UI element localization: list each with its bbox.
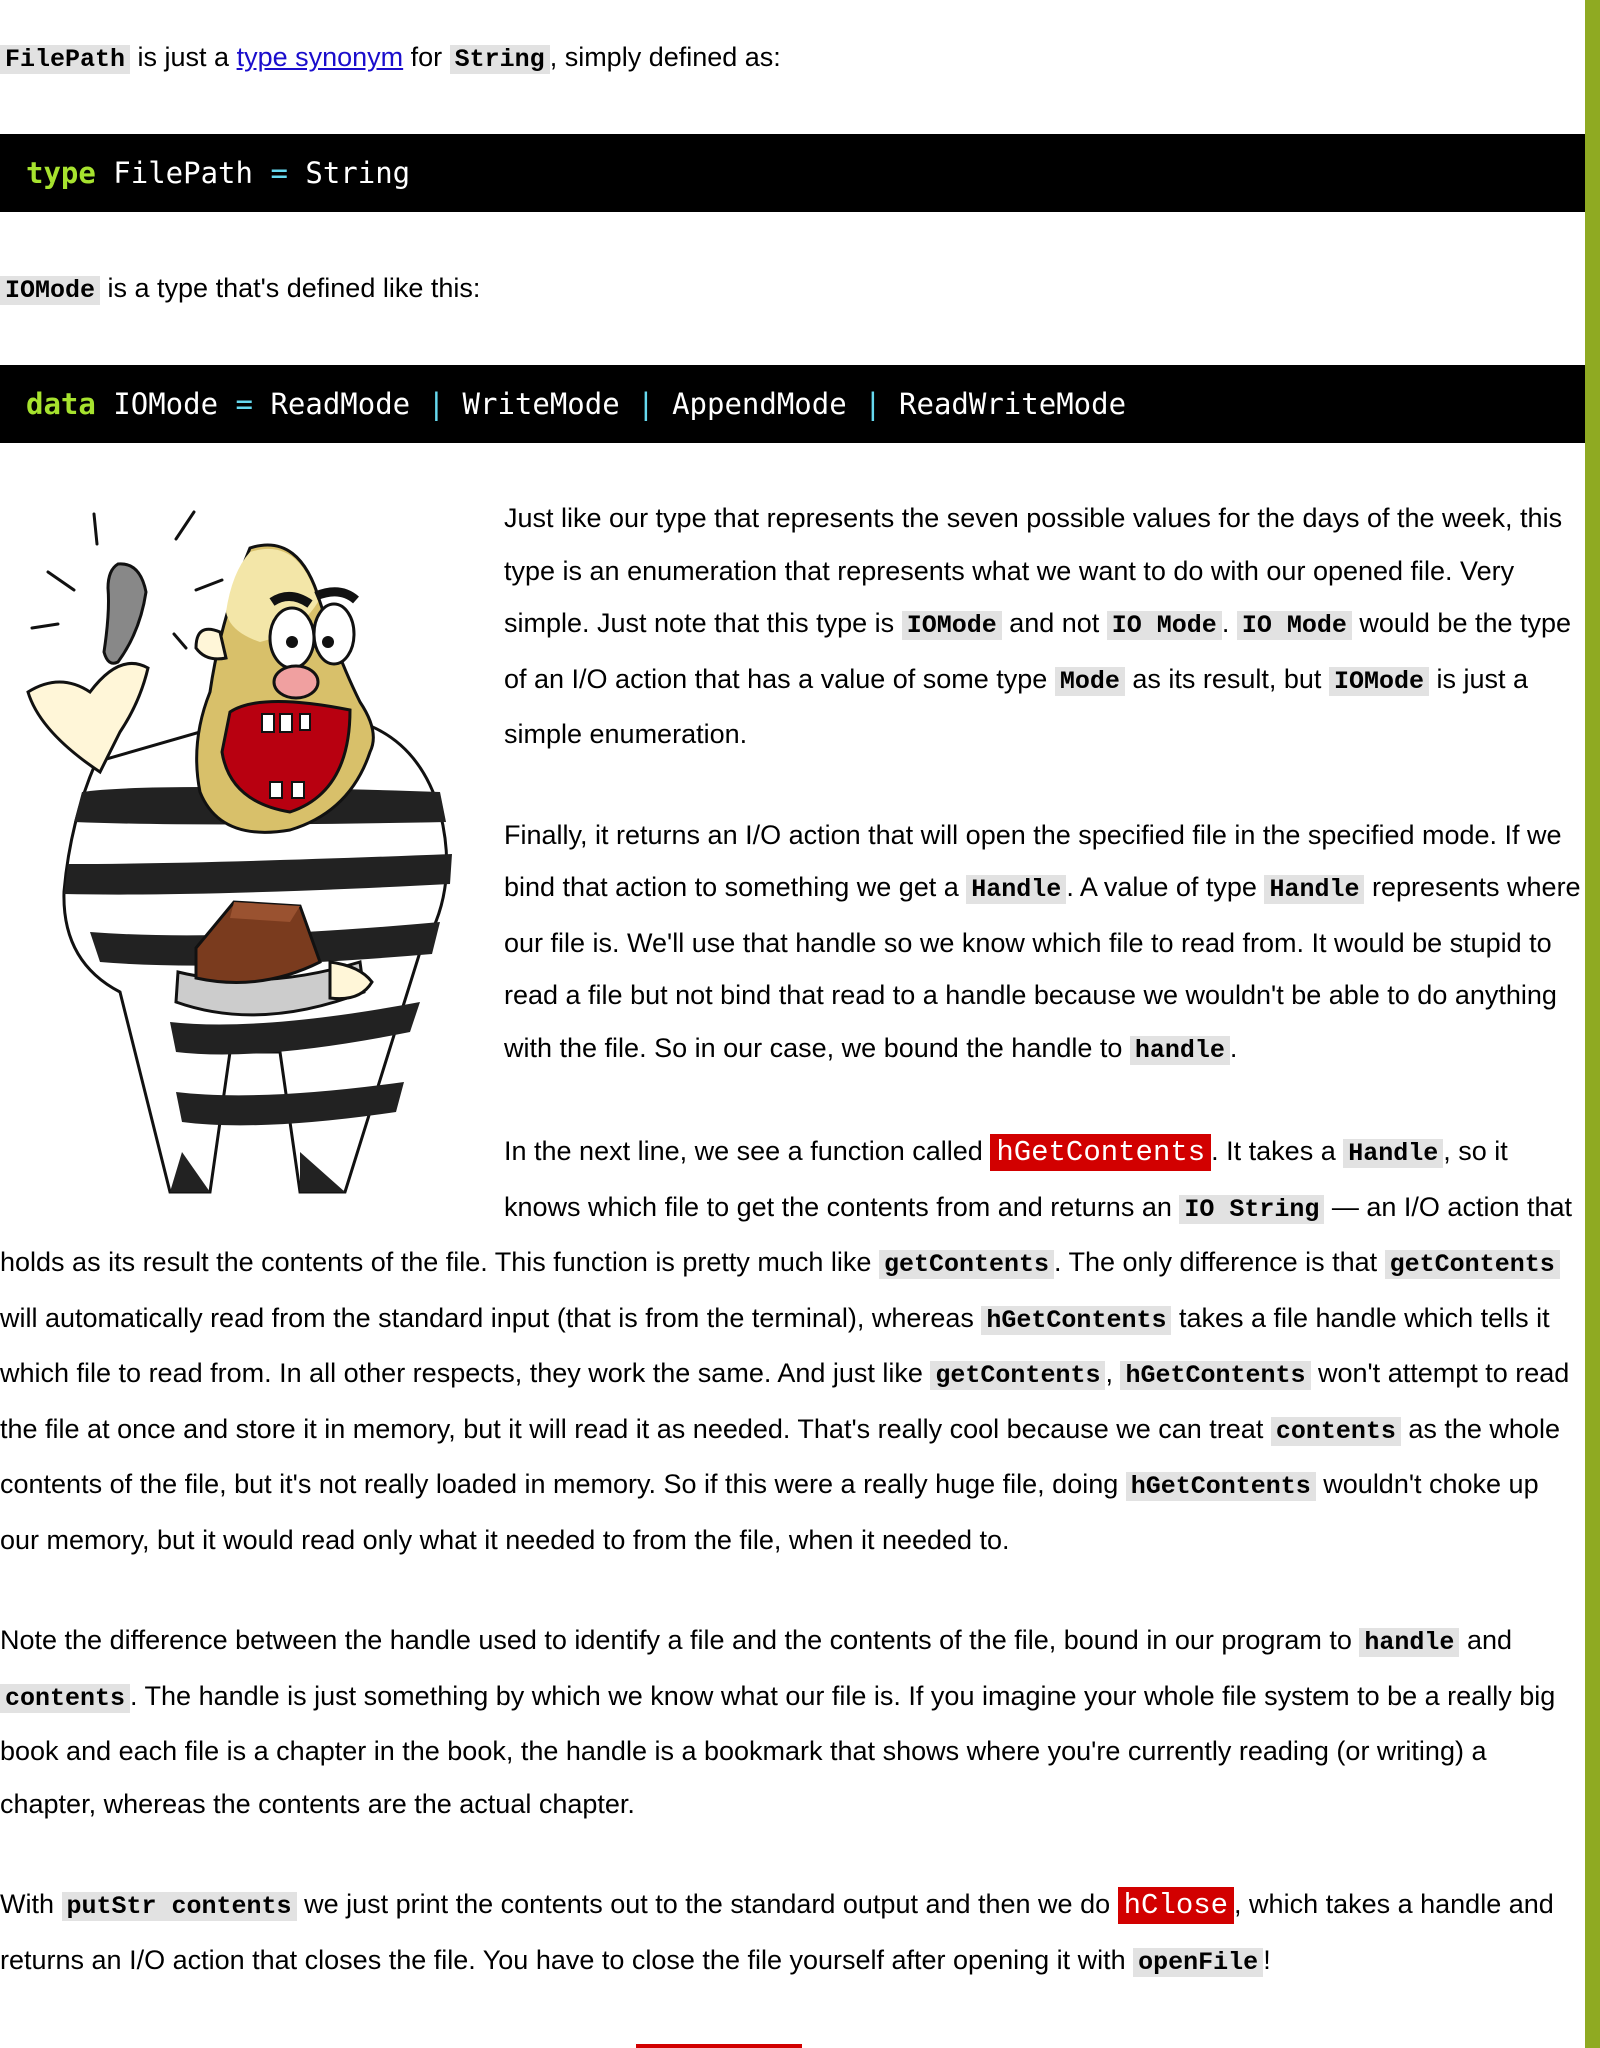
paragraph-handle-vs-contents: Note the difference between the handle u… bbox=[0, 1625, 1556, 1819]
code-block-filepath: type FilePath = String bbox=[0, 134, 1585, 212]
inline-code: IO Mode bbox=[1106, 611, 1222, 640]
page-content: FilePath is just a type synonym for Stri… bbox=[0, 0, 1585, 2048]
inline-code: String bbox=[449, 45, 550, 74]
inline-code: IOMode bbox=[0, 276, 101, 305]
next-code-highlight-edge bbox=[636, 2044, 802, 2048]
inline-code: putStr contents bbox=[61, 1892, 297, 1921]
inline-code: FilePath bbox=[0, 45, 131, 74]
prisoner-eating-cake-illustration bbox=[26, 510, 452, 1194]
code-keyword: type bbox=[26, 156, 96, 190]
inline-code: handle bbox=[1359, 1628, 1460, 1657]
function-highlight-hgetcontents: hGetContents bbox=[990, 1134, 1212, 1171]
inline-code: contents bbox=[1270, 1416, 1401, 1446]
intro-paragraph: FilePath is just a type synonym for Stri… bbox=[0, 31, 1585, 86]
code-block-iomode: data IOMode = ReadMode | WriteMode | App… bbox=[0, 365, 1585, 443]
inline-code: hGetContents bbox=[1125, 1472, 1316, 1501]
inline-code: getContents bbox=[878, 1250, 1054, 1279]
inline-code: IO Mode bbox=[1236, 611, 1352, 640]
code-keyword: data bbox=[26, 387, 96, 421]
iomode-paragraph: IOMode is a type that's defined like thi… bbox=[0, 262, 1585, 317]
type-synonym-link[interactable]: type synonym bbox=[237, 42, 404, 72]
inline-code: getContents bbox=[1384, 1250, 1560, 1279]
inline-code: handle bbox=[1129, 1035, 1230, 1065]
inline-code: Mode bbox=[1054, 666, 1125, 696]
inline-code: getContents bbox=[930, 1361, 1106, 1390]
inline-code: openFile bbox=[1133, 1947, 1264, 1977]
inline-code: contents bbox=[0, 1683, 131, 1713]
inline-code: Handle bbox=[1343, 1139, 1444, 1168]
inline-code: IO String bbox=[1179, 1194, 1325, 1224]
function-highlight-hclose: hClose bbox=[1117, 1887, 1235, 1924]
inline-code: IOMode bbox=[901, 611, 1002, 640]
inline-code: IOMode bbox=[1328, 666, 1429, 696]
sidebar-stripe bbox=[1585, 0, 1600, 2048]
inline-code: hGetContents bbox=[1120, 1361, 1311, 1390]
inline-code: Handle bbox=[1264, 875, 1365, 904]
article-body: Just like our type that represents the s… bbox=[0, 492, 1585, 1989]
inline-code: Handle bbox=[966, 875, 1067, 904]
inline-code: hGetContents bbox=[981, 1305, 1172, 1335]
paragraph-hclose: With putStr contents we just print the c… bbox=[0, 1887, 1554, 1977]
